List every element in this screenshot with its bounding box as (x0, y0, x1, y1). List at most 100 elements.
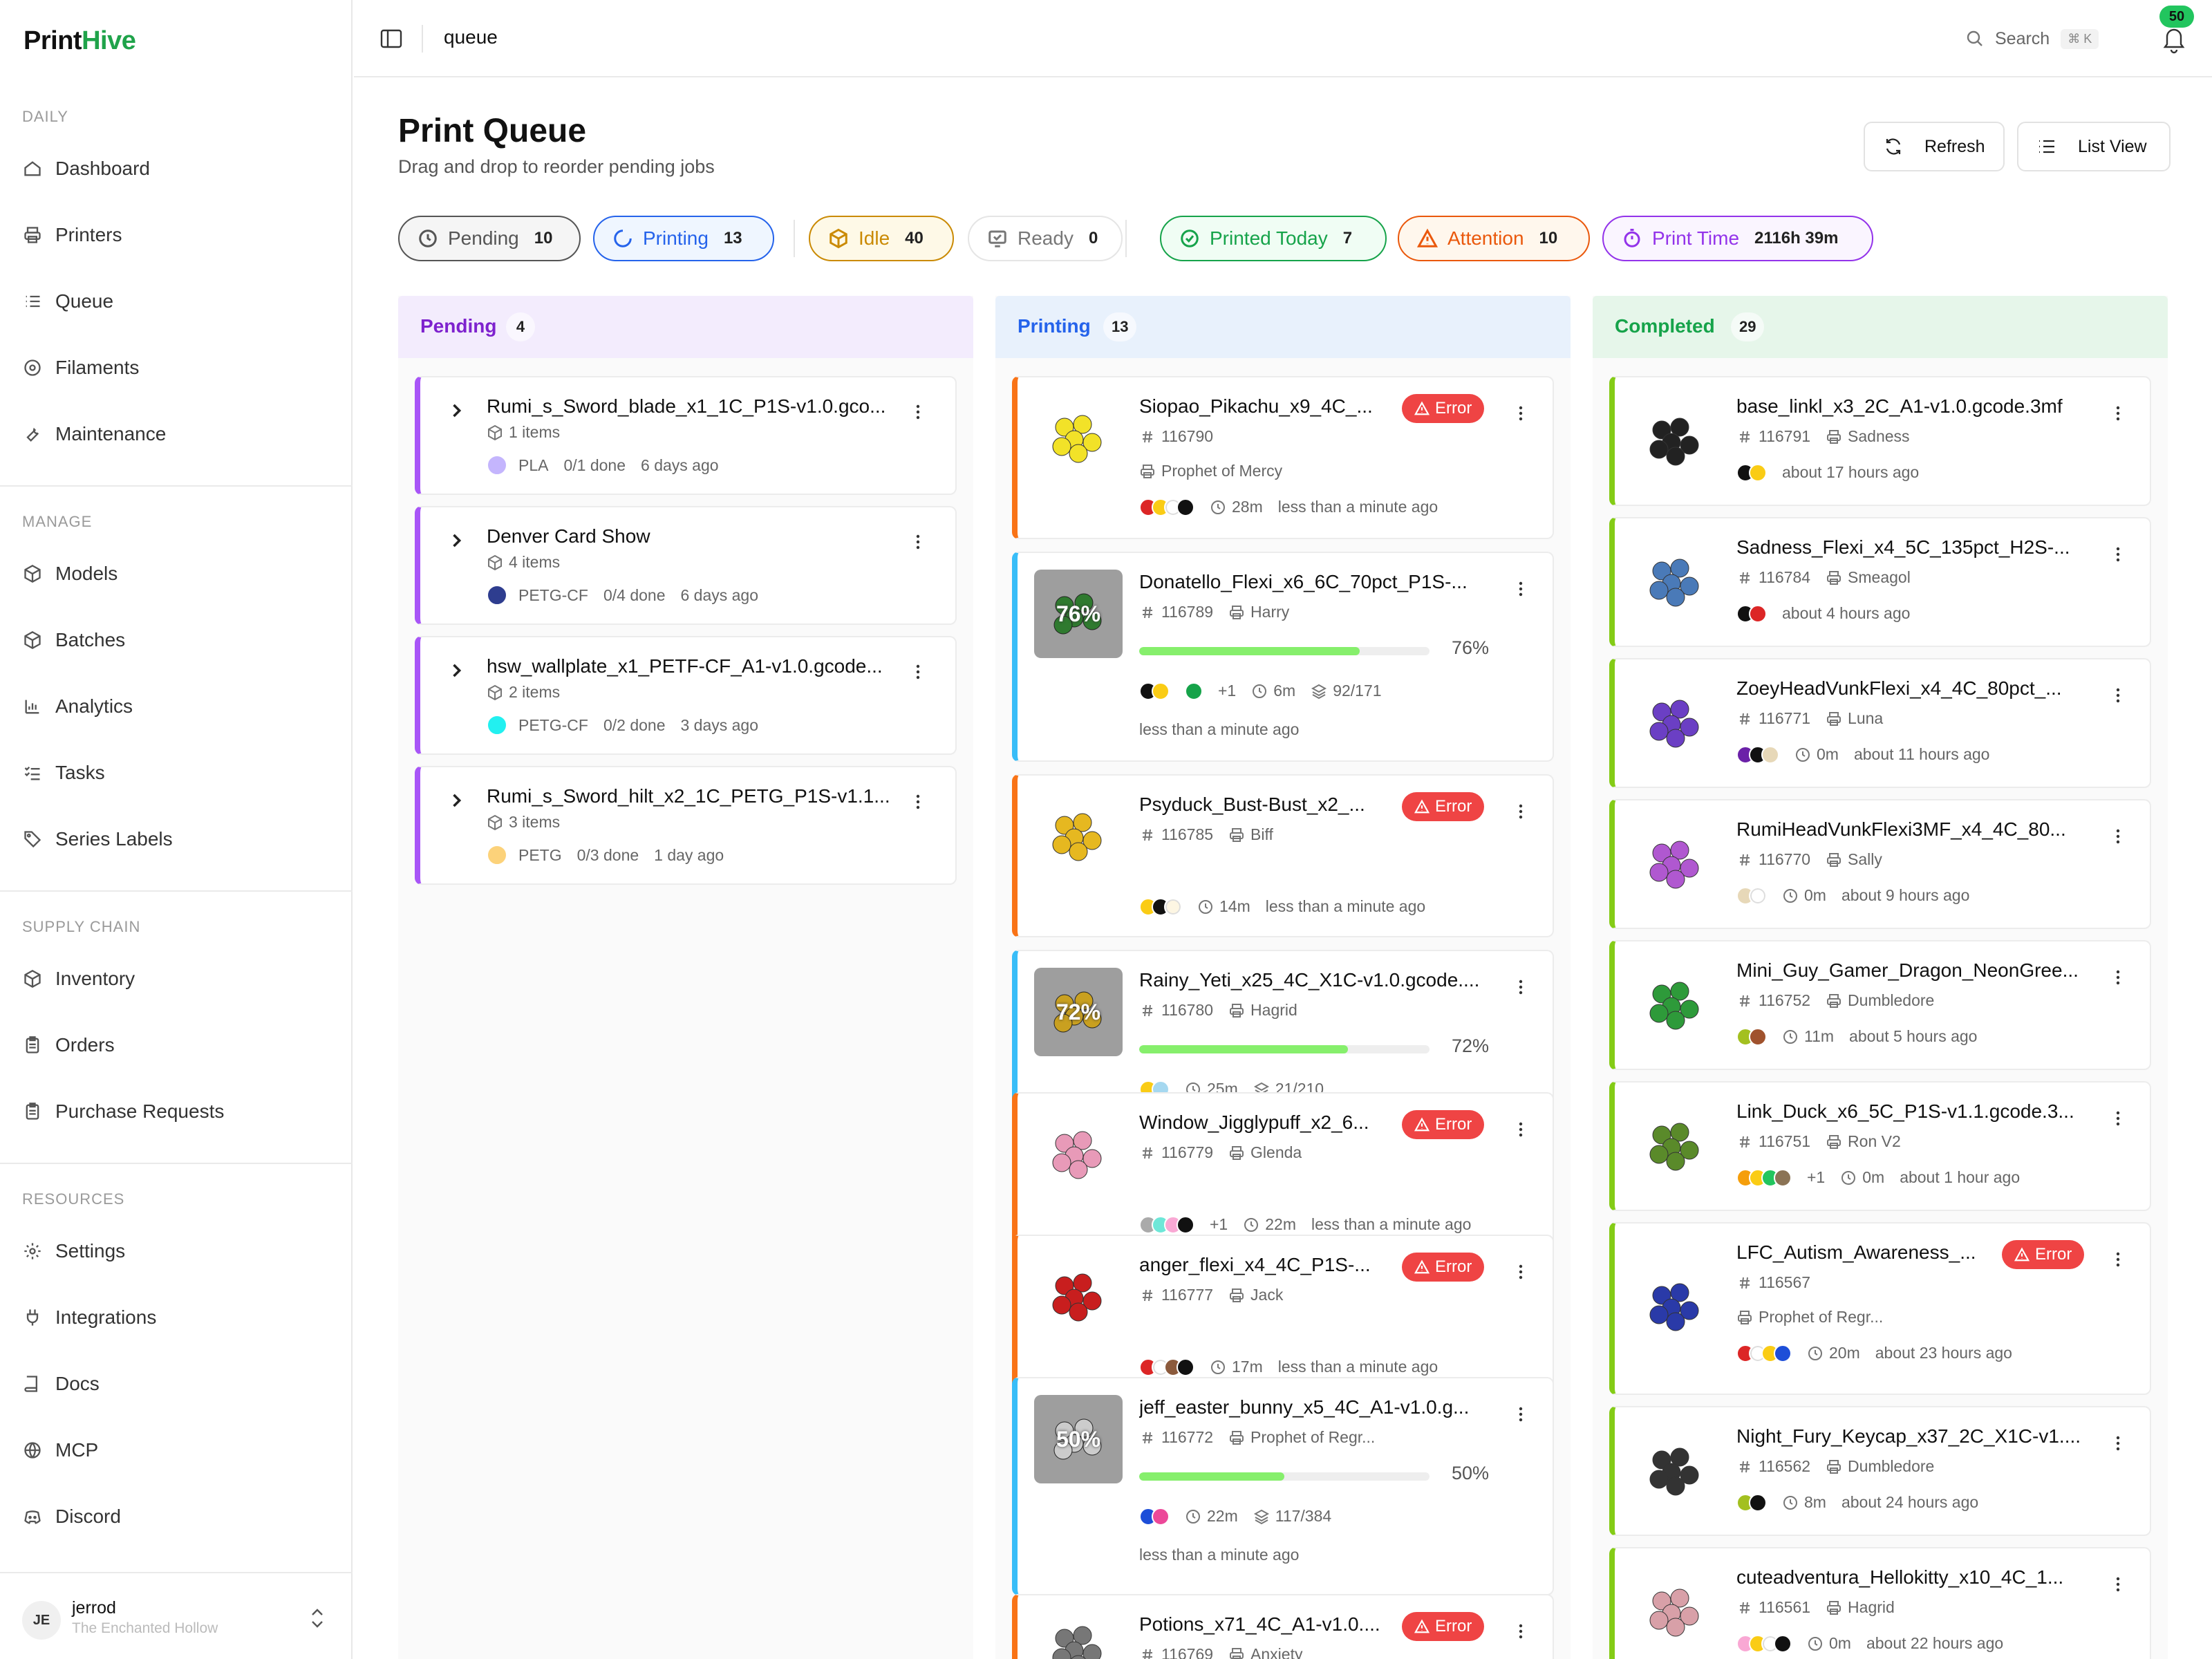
completed-ago: about 23 hours ago (1875, 1344, 2012, 1362)
created-ago: 1 day ago (654, 845, 724, 864)
printing-job-card[interactable]: Siopao_Pikachu_x9_4C_... Error 116790 Proph… (1012, 376, 1554, 539)
model-render-image (1052, 1626, 1102, 1659)
refresh-button[interactable]: Refresh (1864, 122, 2005, 171)
hash-icon (1740, 713, 1750, 724)
completed-job-card[interactable]: base_linkl_x3_2C_A1-v1.0.gcode.3mf 116791… (1609, 376, 2151, 506)
printing-job-card[interactable]: 50% jeff_easter_bunny_x5_4C_A1-v1.0.g... 1… (1012, 1377, 1554, 1595)
stat-ready[interactable]: Ready 0 (968, 216, 1123, 261)
more-vertical-icon[interactable] (2110, 1571, 2126, 1598)
more-vertical-icon[interactable] (2110, 541, 2126, 568)
pending-job-card[interactable]: hsw_wallplate_x1_PETF-CF_A1-v1.0.gcode..… (415, 636, 957, 755)
print-time-value: 8m (1804, 1493, 1826, 1511)
filament-colors (1139, 1507, 1170, 1526)
sidebar-item-filaments[interactable]: Filaments (22, 348, 326, 387)
sidebar-item-label: Integrations (55, 1306, 157, 1328)
extra-colors: +1 (1807, 1168, 1826, 1186)
completed-job-card[interactable]: Link_Duck_x6_5C_P1S-v1.1.gcode.3... 11675… (1609, 1081, 2151, 1211)
chevrons-updown-icon[interactable] (307, 1606, 328, 1630)
more-vertical-icon[interactable] (2110, 1105, 2126, 1132)
job-printer: Smeagol (1826, 568, 1911, 587)
sidebar-item-series-labels[interactable]: Series Labels (22, 820, 326, 859)
more-vertical-icon[interactable] (1512, 1258, 1529, 1286)
printing-job-card[interactable]: anger_flexi_x4_4C_P1S-... Error 116777 Jack… (1012, 1235, 1554, 1398)
sidebar-item-mcp[interactable]: MCP (22, 1431, 326, 1470)
stat-printing[interactable]: Printing 13 (593, 216, 774, 261)
filament-color-dot (1761, 745, 1779, 764)
stat-printed-today[interactable]: Printed Today 7 (1160, 216, 1387, 261)
more-vertical-icon[interactable] (2110, 1430, 2126, 1457)
chevron-right-icon[interactable] (447, 401, 466, 420)
more-vertical-icon[interactable] (1512, 1618, 1529, 1645)
sidebar-item-label: Inventory (55, 968, 135, 989)
more-vertical-icon[interactable] (910, 528, 926, 556)
printer-name: Sally (1848, 850, 1882, 868)
more-vertical-icon[interactable] (2110, 400, 2126, 427)
list-view-button[interactable]: List View (2017, 122, 2171, 171)
sidebar-item-analytics[interactable]: Analytics (22, 687, 326, 726)
completed-job-card[interactable]: Night_Fury_Keycap_x37_2C_X1C-v1.... 11656… (1609, 1406, 2151, 1536)
sidebar-item-purchase-requests[interactable]: Purchase Requests (22, 1092, 326, 1131)
sidebar-item-integrations[interactable]: Integrations (22, 1298, 326, 1337)
more-vertical-icon[interactable] (1512, 973, 1529, 1001)
more-vertical-icon[interactable] (910, 398, 926, 426)
sidebar-item-settings[interactable]: Settings (22, 1232, 326, 1271)
printing-job-card[interactable]: Potions_x71_4C_A1-v1.0.... Error 116769 Anx… (1012, 1594, 1554, 1659)
more-vertical-icon[interactable] (910, 788, 926, 816)
stat-print-time[interactable]: Print Time 2116h 39m (1602, 216, 1873, 261)
sidebar-item-maintenance[interactable]: Maintenance (22, 415, 326, 453)
sidebar-item-discord[interactable]: Discord (22, 1497, 326, 1536)
stat-pending[interactable]: Pending 10 (398, 216, 581, 261)
more-vertical-icon[interactable] (1512, 1116, 1529, 1143)
sidebar-item-docs[interactable]: Docs (22, 1365, 326, 1403)
more-vertical-icon[interactable] (2110, 823, 2126, 850)
sidebar-item-batches[interactable]: Batches (22, 621, 326, 659)
more-vertical-icon[interactable] (1512, 400, 1529, 427)
completed-job-card[interactable]: ZoeyHeadVunkFlexi_x4_4C_80pct_... 116771 L… (1609, 658, 2151, 788)
more-vertical-icon[interactable] (2110, 1246, 2126, 1273)
completed-job-card[interactable]: LFC_Autism_Awareness_... Error 116567 Proph… (1609, 1222, 2151, 1395)
more-vertical-icon[interactable] (2110, 964, 2126, 991)
more-vertical-icon[interactable] (1512, 798, 1529, 825)
search-button[interactable]: Search ⌘ K (1965, 22, 2099, 55)
completed-job-card[interactable]: RumiHeadVunkFlexi3MF_x4_4C_80... 116770 Sa… (1609, 799, 2151, 929)
completed-job-card[interactable]: Sadness_Flexi_x4_5C_135pct_H2S-... 116784… (1609, 517, 2151, 647)
filament-color-dot (1177, 1215, 1194, 1234)
user-menu[interactable]: JE jerrod The Enchanted Hollow (0, 1572, 353, 1659)
sidebar-toggle-icon[interactable] (377, 25, 405, 53)
pending-icon (419, 229, 437, 247)
more-vertical-icon[interactable] (910, 658, 926, 686)
pending-job-card[interactable]: Denver Card Show 4 items PETG-CF 0/4 done 6 … (415, 506, 957, 625)
sidebar-item-orders[interactable]: Orders (22, 1026, 326, 1065)
stat-idle[interactable]: Idle 40 (809, 216, 954, 261)
completed-job-card[interactable]: Mini_Guy_Gamer_Dragon_NeonGree... 116752 D… (1609, 940, 2151, 1070)
completed-job-card[interactable]: cuteadventura_Hellokitty_x10_4C_1... 1165… (1609, 1547, 2151, 1659)
printing-job-card[interactable]: 76% Donatello_Flexi_x6_6C_70pct_P1S-... 11… (1012, 552, 1554, 762)
job-printer: Dumbledore (1826, 991, 1934, 1010)
more-vertical-icon[interactable] (2110, 682, 2126, 709)
chevron-right-icon[interactable] (447, 661, 466, 680)
stat-attention[interactable]: Attention 10 (1398, 216, 1590, 261)
printing-job-card[interactable]: Window_Jigglypuff_x2_6... Error 116779 Glen… (1012, 1092, 1554, 1255)
sidebar-item-models[interactable]: Models (22, 554, 326, 593)
sidebar-item-inventory[interactable]: Inventory (22, 959, 326, 998)
job-stats: +1 0m about 1 hour ago (1736, 1168, 2035, 1187)
sidebar-item-label: Models (55, 563, 118, 584)
sidebar-icon-wrap (22, 563, 43, 584)
printing-job-card[interactable]: Psyduck_Bust-Bust_x2_... Error 116785 Biff 1… (1012, 774, 1554, 937)
pending-job-card[interactable]: Rumi_s_Sword_hilt_x2_1C_PETG_P1S-v1.1...… (415, 766, 957, 885)
sidebar-item-printers[interactable]: Printers (22, 216, 326, 254)
sidebar-item-label: Orders (55, 1034, 115, 1056)
sidebar-item-queue[interactable]: Queue (22, 282, 326, 321)
pending-job-card[interactable]: Rumi_s_Sword_blade_x1_1C_P1S-v1.0.gco...… (415, 376, 957, 495)
chevron-right-icon[interactable] (447, 791, 466, 810)
sidebar-item-dashboard[interactable]: Dashboard (22, 149, 326, 188)
chevron-right-icon[interactable] (447, 531, 466, 550)
brand-logo[interactable]: PrintHive (24, 26, 136, 56)
completed-column-title: Completed (1615, 315, 1715, 337)
breadcrumb[interactable]: queue (444, 26, 498, 48)
job-id: 116567 (1736, 1273, 1810, 1292)
job-id-value: 116784 (1759, 568, 1811, 586)
more-vertical-icon[interactable] (1512, 575, 1529, 603)
sidebar-item-tasks[interactable]: Tasks (22, 753, 326, 792)
more-vertical-icon[interactable] (1512, 1400, 1529, 1428)
